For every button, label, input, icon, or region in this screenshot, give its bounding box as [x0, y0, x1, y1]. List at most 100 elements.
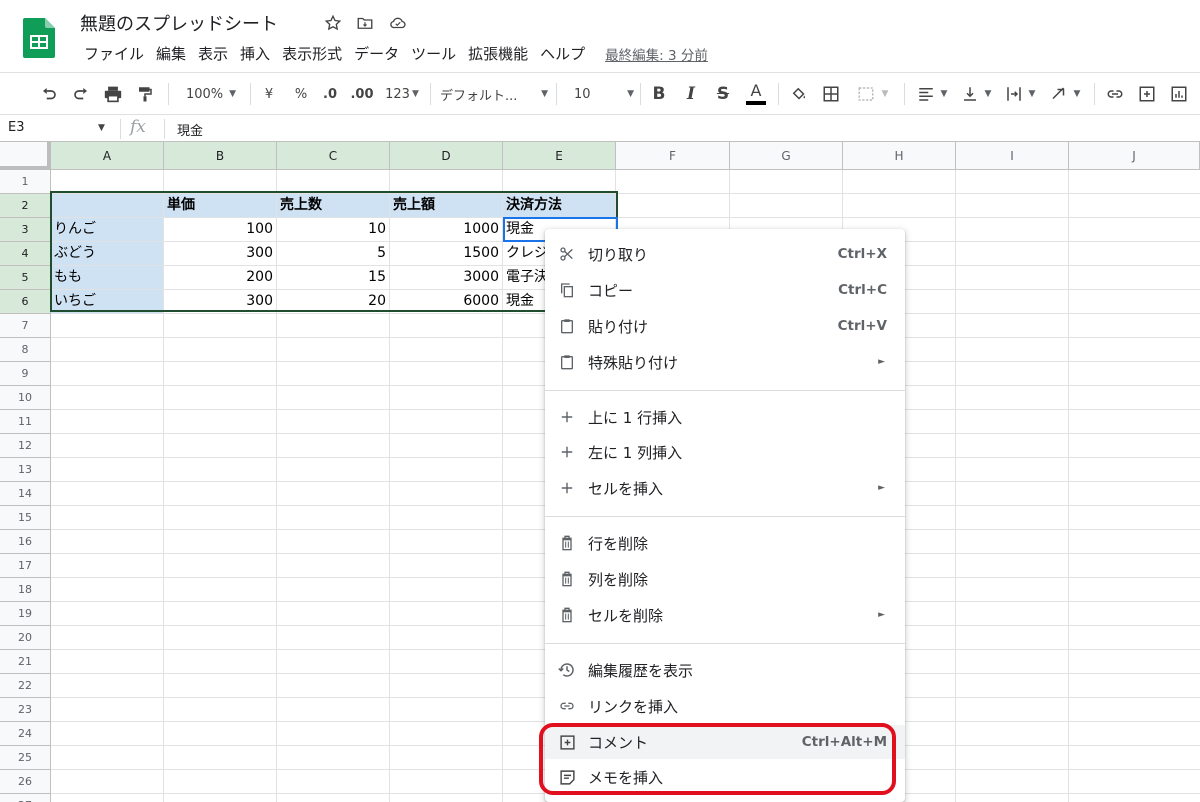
bold-button[interactable]: B	[646, 81, 672, 107]
horizontal-align-icon[interactable]: ▼	[912, 81, 952, 107]
menu-item-insert-column-left[interactable]: 左に 1 列挿入	[545, 435, 905, 469]
toolbar-divider	[904, 83, 905, 105]
currency-format-button[interactable]: ¥	[256, 81, 282, 107]
more-formats-label: 123	[385, 86, 410, 102]
row-header-10[interactable]: 10	[0, 386, 51, 410]
row-header-2[interactable]: 2	[0, 194, 51, 218]
column-gridline	[955, 170, 956, 802]
italic-button[interactable]: I	[678, 81, 704, 107]
menu-item-insert-link[interactable]: リンクを挿入	[545, 689, 905, 723]
strikethrough-button[interactable]: S	[710, 81, 736, 107]
cloud-status-icon[interactable]	[387, 12, 409, 34]
zoom-select[interactable]: 100% ▼	[178, 81, 244, 107]
row-header-5[interactable]: 5	[0, 266, 51, 290]
merge-cells-icon[interactable]: ▼	[852, 81, 892, 107]
scissors-icon	[558, 245, 576, 263]
text-color-button[interactable]: A	[742, 81, 770, 107]
fill-color-icon[interactable]	[786, 81, 812, 107]
chevron-down-icon[interactable]: ▼	[98, 123, 105, 133]
row-header-22[interactable]: 22	[0, 674, 51, 698]
menu-tools[interactable]: ツール	[405, 43, 462, 65]
row-header-4[interactable]: 4	[0, 242, 51, 266]
plus-icon	[558, 479, 576, 497]
formula-input[interactable]: 現金	[177, 120, 203, 139]
vertical-align-icon[interactable]: ▼	[956, 81, 996, 107]
insert-chart-icon[interactable]	[1166, 81, 1192, 107]
more-formats-select[interactable]: 123 ▼	[382, 81, 422, 107]
row-header-19[interactable]: 19	[0, 602, 51, 626]
row-header-3[interactable]: 3	[0, 218, 51, 242]
column-header-a[interactable]: A	[51, 142, 164, 170]
row-header-6[interactable]: 6	[0, 290, 51, 314]
column-header-g[interactable]: G	[730, 142, 843, 170]
menu-item-paste[interactable]: 貼り付け Ctrl+V	[545, 309, 905, 343]
row-header-17[interactable]: 17	[0, 554, 51, 578]
insert-comment-icon[interactable]	[1134, 81, 1160, 107]
column-header-j[interactable]: J	[1069, 142, 1200, 170]
row-header-20[interactable]: 20	[0, 626, 51, 650]
select-all-corner[interactable]	[0, 142, 51, 170]
print-icon[interactable]	[100, 81, 126, 107]
menu-edit[interactable]: 編集	[150, 43, 192, 65]
menu-insert[interactable]: 挿入	[234, 43, 276, 65]
menu-item-cut[interactable]: 切り取り Ctrl+X	[545, 237, 905, 271]
menu-extensions[interactable]: 拡張機能	[462, 43, 534, 65]
row-header-27[interactable]: 27	[0, 794, 51, 802]
row-header-18[interactable]: 18	[0, 578, 51, 602]
column-header-d[interactable]: D	[390, 142, 503, 170]
menu-help[interactable]: ヘルプ	[534, 43, 591, 65]
text-rotation-icon[interactable]: ▼	[1044, 81, 1086, 107]
row-header-16[interactable]: 16	[0, 530, 51, 554]
percent-format-button[interactable]: %	[288, 81, 314, 107]
decrease-decimal-button[interactable]: .0	[318, 81, 342, 107]
menu-item-delete-cells[interactable]: セルを削除 ►	[545, 598, 905, 632]
row-header-12[interactable]: 12	[0, 434, 51, 458]
row-header-13[interactable]: 13	[0, 458, 51, 482]
row-header-25[interactable]: 25	[0, 746, 51, 770]
star-icon[interactable]	[322, 12, 344, 34]
menu-item-insert-cells[interactable]: セルを挿入 ►	[545, 471, 905, 505]
row-header-21[interactable]: 21	[0, 650, 51, 674]
sheets-logo-icon[interactable]	[23, 18, 55, 58]
menu-item-copy[interactable]: コピー Ctrl+C	[545, 273, 905, 307]
column-header-i[interactable]: I	[956, 142, 1069, 170]
row-header-15[interactable]: 15	[0, 506, 51, 530]
row-header-24[interactable]: 24	[0, 722, 51, 746]
font-size-select[interactable]: 10 ▼	[566, 81, 634, 107]
insert-link-icon[interactable]	[1102, 81, 1128, 107]
last-edit-link[interactable]: 最終編集: 3 分前	[605, 44, 708, 64]
column-header-f[interactable]: F	[616, 142, 730, 170]
menu-data[interactable]: データ	[348, 43, 405, 65]
column-header-c[interactable]: C	[277, 142, 390, 170]
row-header-7[interactable]: 7	[0, 314, 51, 338]
row-header-14[interactable]: 14	[0, 482, 51, 506]
increase-decimal-button[interactable]: .00	[348, 81, 376, 107]
row-header-1[interactable]: 1	[0, 170, 51, 194]
paint-format-icon[interactable]	[132, 81, 158, 107]
menu-item-paste-special[interactable]: 特殊貼り付け ►	[545, 345, 905, 379]
column-header-h[interactable]: H	[843, 142, 956, 170]
menu-file[interactable]: ファイル	[78, 43, 150, 65]
trash-icon	[558, 606, 576, 624]
menu-item-insert-row-above[interactable]: 上に 1 行挿入	[545, 400, 905, 434]
row-header-26[interactable]: 26	[0, 770, 51, 794]
redo-icon[interactable]	[68, 81, 94, 107]
menu-view[interactable]: 表示	[192, 43, 234, 65]
row-header-8[interactable]: 8	[0, 338, 51, 362]
menu-format[interactable]: 表示形式	[276, 43, 348, 65]
menu-item-edit-history[interactable]: 編集履歴を表示	[545, 653, 905, 687]
undo-icon[interactable]	[36, 81, 62, 107]
row-header-23[interactable]: 23	[0, 698, 51, 722]
column-header-b[interactable]: B	[164, 142, 277, 170]
name-box[interactable]: E3	[8, 120, 25, 135]
document-title[interactable]: 無題のスプレッドシート	[80, 10, 278, 36]
menu-item-delete-row[interactable]: 行を削除	[545, 526, 905, 560]
text-wrap-icon[interactable]: ▼	[1000, 81, 1040, 107]
row-header-9[interactable]: 9	[0, 362, 51, 386]
row-header-11[interactable]: 11	[0, 410, 51, 434]
menu-item-delete-column[interactable]: 列を削除	[545, 562, 905, 596]
column-header-e[interactable]: E	[503, 142, 616, 170]
borders-icon[interactable]	[818, 81, 844, 107]
move-to-folder-icon[interactable]	[354, 12, 376, 34]
font-family-select[interactable]: デフォルト... ▼	[440, 81, 548, 107]
